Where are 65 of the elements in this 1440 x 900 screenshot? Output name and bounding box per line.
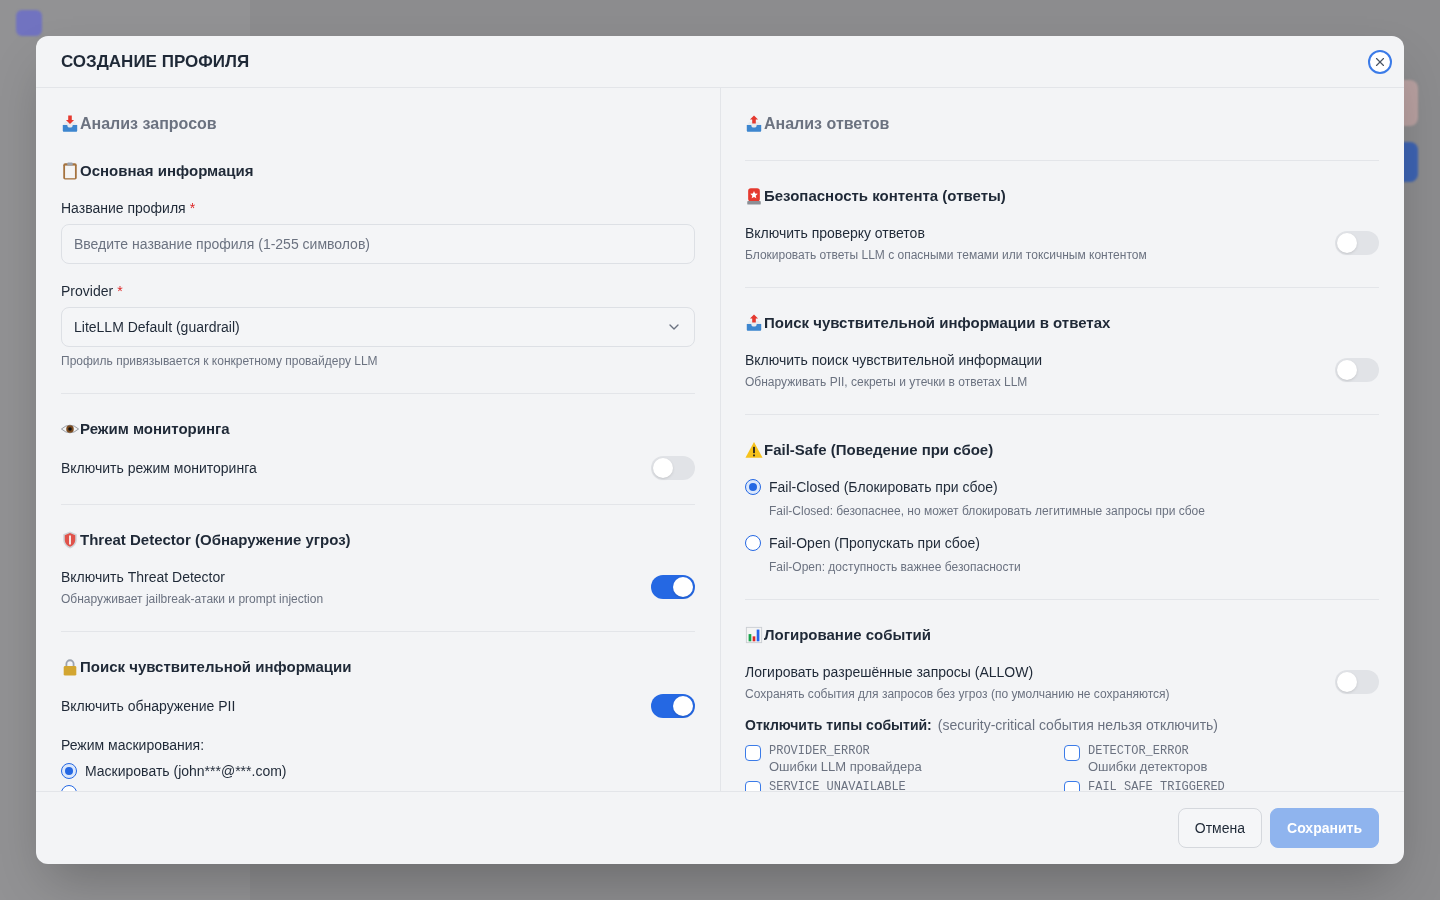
outbox-tray-icon [745,314,763,332]
checkbox[interactable] [1064,745,1080,761]
radio-button[interactable] [745,535,761,551]
option-description: Fail-Open: доступность важнее безопасности [769,559,1021,575]
toggle-switch[interactable] [1335,358,1379,382]
outbox-tray-icon [745,115,763,133]
setting-label: Включить проверку ответов [745,224,926,243]
toggle-switch[interactable] [1335,231,1379,255]
toggle-switch[interactable] [651,456,695,480]
dialog-title: СОЗДАНИЕ ПРОФИЛЯ [61,50,250,73]
radio-button[interactable] [745,479,761,495]
section-heading: Режим мониторинга [80,419,230,439]
select-field[interactable]: LiteLLM Default (guardrail) [61,307,695,347]
event-type-code: DETECTOR_ERROR [1088,743,1190,759]
event-type-description: Ошибки детекторов [1088,759,1208,775]
section-heading: Основная информация [80,161,254,181]
shield-icon [61,531,79,549]
event-type-code: PROVIDER_ERROR [769,743,871,759]
setting-label: Включить режим мониторинга [61,459,257,478]
section-heading: Поиск чувствительной информации [80,657,352,677]
inbox-tray-icon [61,115,79,133]
field-label: Отключить типы событий: [745,716,932,735]
field-label: Название профиля [61,199,186,218]
setting-label: Включить обнаружение PII [61,697,236,716]
field-label: Provider [61,282,114,301]
required-mark: * [189,199,196,218]
setting-description: Обнаруживать PII, секреты и утечки в ответах LLM [745,374,1029,390]
section-heading: Безопасность контента (ответы) [764,186,1006,206]
toggle-switch[interactable] [1335,670,1379,694]
setting-label: Включить Threat Detector [61,568,226,587]
hint-text: (security-critical события нельзя отключить) [937,716,1219,735]
event-type-code: SERVICE_UNAVAILABLE [769,779,906,791]
required-mark: * [117,282,123,301]
setting-description: Обнаруживает jailbreak-атаки и prompt injection [61,591,324,607]
radio-label[interactable]: Маскировать (john***@***.com) [85,761,287,781]
checkbox[interactable] [745,745,761,761]
text-input[interactable]: Введите название профиля (1-255 символов) [61,224,695,264]
column-heading: Анализ ответов [764,114,890,134]
radio-label[interactable]: Fail-Closed (Блокировать при сбое) [769,477,1205,497]
lock-icon [61,658,79,676]
section-heading: Поиск чувствительной информации в ответах [764,313,1111,333]
event-type-description: Ошибки LLM провайдера [769,759,922,775]
section-heading: Логирование событий [764,625,931,645]
section-heading: Fail-Safe (Поведение при сбое) [764,440,994,460]
setting-description: Сохранять события для запросов без угроз (по умолчанию не сохраняются) [745,686,1170,702]
toggle-switch[interactable] [651,575,695,599]
column-heading: Анализ запросов [80,114,217,134]
siren-icon [745,187,763,205]
setting-label: Включить поиск чувствительной информации [745,351,1043,370]
clipboard-icon [61,162,79,180]
logo-icon [16,10,42,36]
close-button[interactable] [1368,49,1392,74]
option-description: Fail-Closed: безопаснее, но может блокировать легитимные запросы при сбое [769,503,1205,519]
cancel-button[interactable]: Отмена [1177,808,1263,848]
bar-chart-icon [745,626,763,644]
setting-description: Блокировать ответы LLM с опасными темами или токсичным контентом [745,247,1147,263]
radio-label[interactable]: Fail-Open (Пропускать при сбое) [769,533,1021,553]
warning-icon [745,441,763,459]
hint-text: Профиль привязывается к конкретному провайдеру LLM [61,353,379,369]
radio-button[interactable] [61,763,77,779]
toggle-switch[interactable] [651,694,695,718]
field-label: Режим маскирования: [61,736,206,755]
event-type-code: FAIL_SAFE_TRIGGERED [1088,779,1225,791]
section-heading: Threat Detector (Обнаружение угроз) [80,530,351,550]
setting-label: Логировать разрешённые запросы (ALLOW) [745,663,1035,682]
